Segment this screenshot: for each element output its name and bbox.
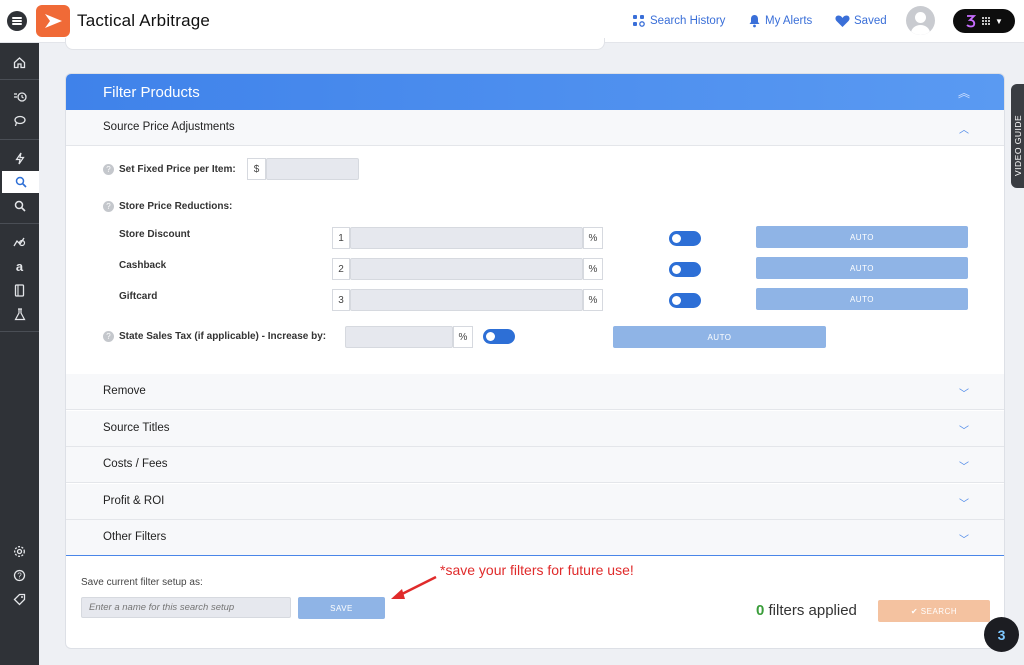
tag-icon[interactable]: [0, 588, 39, 610]
section-profit-roi[interactable]: Profit & ROI ﹀: [66, 484, 1004, 520]
filters-text: filters applied: [768, 602, 857, 619]
section-costs-fees[interactable]: Costs / Fees ﹀: [66, 447, 1004, 483]
section-source-price[interactable]: Source Price Adjustments ︿: [66, 110, 1004, 146]
fixed-price-input[interactable]: [266, 158, 359, 180]
filters-count: 0: [756, 602, 765, 619]
logo-icon: [45, 14, 62, 28]
section-other-filters[interactable]: Other Filters ﹀: [66, 520, 1004, 556]
section-label: Source Price Adjustments: [103, 121, 235, 133]
chevron-down-icon: ﹀: [959, 426, 969, 437]
video-guide-tab[interactable]: VIDEO GUIDE: [1011, 84, 1024, 188]
my-alerts-link[interactable]: My Alerts: [748, 14, 812, 28]
settings-icon[interactable]: [0, 540, 39, 562]
store-discount-label: Store Discount: [119, 229, 191, 240]
section-label: Costs / Fees: [103, 458, 168, 470]
heart-icon: [835, 15, 850, 27]
currency-prefix: $: [247, 158, 266, 180]
cashback-toggle[interactable]: [669, 262, 701, 277]
chevron-up-icon: ︽: [958, 86, 971, 100]
cashback-auto-button[interactable]: AUTO: [756, 257, 968, 279]
bell-icon: [749, 15, 760, 28]
grid-icon: [982, 17, 991, 25]
chevron-down-icon: ﹀: [959, 389, 969, 400]
help-icon[interactable]: ?: [103, 164, 114, 175]
section-remove[interactable]: Remove ﹀: [66, 374, 1004, 410]
giftcard-label: Giftcard: [119, 291, 158, 302]
save-annotation: *save your filters for future use!: [440, 562, 634, 578]
store-discount-input[interactable]: [350, 227, 583, 249]
sales-tax-input[interactable]: [345, 326, 453, 348]
percent-suffix: %: [583, 289, 603, 311]
analytics-icon[interactable]: [0, 231, 39, 253]
history-icon[interactable]: [0, 86, 39, 108]
saved-label: Saved: [854, 15, 887, 27]
app-title: Tactical Arbitrage: [77, 11, 211, 30]
sidebar: a ?: [0, 43, 39, 665]
app-switcher[interactable]: ▼: [953, 9, 1015, 33]
home-icon[interactable]: [0, 51, 39, 73]
flask-icon[interactable]: [0, 303, 39, 325]
help-icon[interactable]: ?: [103, 331, 114, 342]
amazon-icon[interactable]: a: [0, 255, 39, 277]
help-icon[interactable]: ?: [0, 564, 39, 586]
previous-card: [65, 38, 605, 50]
advanced-search-icon[interactable]: [0, 195, 39, 217]
chevron-down-icon: ﹀: [959, 499, 969, 510]
row-number: 1: [332, 227, 350, 249]
sales-tax-label: State Sales Tax (if applicable) - Increa…: [119, 331, 327, 342]
section-label: Source Titles: [103, 422, 170, 434]
svg-text:?: ?: [17, 571, 22, 580]
video-guide-label: VIDEO GUIDE: [1013, 114, 1023, 176]
save-setup-label: Save current filter setup as:: [81, 577, 203, 588]
sales-tax-toggle[interactable]: [483, 329, 515, 344]
brand-3-icon: [966, 15, 977, 28]
search-history-icon: [633, 15, 645, 27]
section-source-titles[interactable]: Source Titles ﹀: [66, 411, 1004, 447]
sales-tax-auto-button[interactable]: AUTO: [613, 326, 826, 348]
save-button[interactable]: SAVE: [298, 597, 385, 619]
chevron-up-icon: ︿: [959, 125, 969, 136]
section-label: Other Filters: [103, 531, 167, 543]
chevron-down-icon: ﹀: [959, 535, 969, 546]
menu-icon[interactable]: [7, 11, 27, 31]
filter-products-panel: Filter Products ︽ Source Price Adjustmen…: [65, 73, 1005, 649]
cashback-label: Cashback: [119, 260, 167, 271]
panel-header[interactable]: Filter Products ︽: [66, 74, 1004, 110]
help-icon[interactable]: ?: [103, 201, 114, 212]
section-label: Profit & ROI: [103, 495, 165, 507]
my-alerts-label: My Alerts: [765, 15, 813, 27]
section-label: Remove: [103, 385, 146, 397]
search-history-link[interactable]: Search History: [632, 14, 725, 28]
chat-launcher-icon[interactable]: 3: [984, 617, 1019, 652]
percent-suffix: %: [453, 326, 473, 348]
reductions-label: Store Price Reductions:: [119, 201, 233, 212]
giftcard-auto-button[interactable]: AUTO: [756, 288, 968, 310]
annotation-arrow-icon: [391, 575, 437, 599]
giftcard-input[interactable]: [350, 289, 583, 311]
lasso-icon[interactable]: [0, 110, 39, 132]
lightning-icon[interactable]: [0, 147, 39, 169]
search-history-label: Search History: [650, 15, 726, 27]
search-button[interactable]: ✔ SEARCH: [878, 600, 990, 622]
store-discount-toggle[interactable]: [669, 231, 701, 246]
cashback-input[interactable]: [350, 258, 583, 280]
chevron-down-icon: ▼: [995, 16, 1003, 26]
row-number: 3: [332, 289, 350, 311]
setup-name-input[interactable]: [81, 597, 291, 618]
search-icon[interactable]: [2, 171, 39, 193]
chevron-down-icon: ﹀: [959, 462, 969, 473]
panel-title: Filter Products: [103, 84, 200, 101]
top-bar: Tactical Arbitrage Search History My Ale…: [0, 0, 1024, 43]
app-logo[interactable]: [36, 5, 70, 37]
giftcard-toggle[interactable]: [669, 293, 701, 308]
store-discount-auto-button[interactable]: AUTO: [756, 226, 968, 248]
fixed-price-label: Set Fixed Price per Item:: [119, 164, 236, 175]
percent-suffix: %: [583, 227, 603, 249]
filters-applied-status: 0 filters applied: [756, 602, 857, 619]
percent-suffix: %: [583, 258, 603, 280]
book-icon[interactable]: [0, 279, 39, 301]
user-avatar[interactable]: [906, 6, 935, 35]
row-number: 2: [332, 258, 350, 280]
saved-link[interactable]: Saved: [835, 14, 887, 28]
